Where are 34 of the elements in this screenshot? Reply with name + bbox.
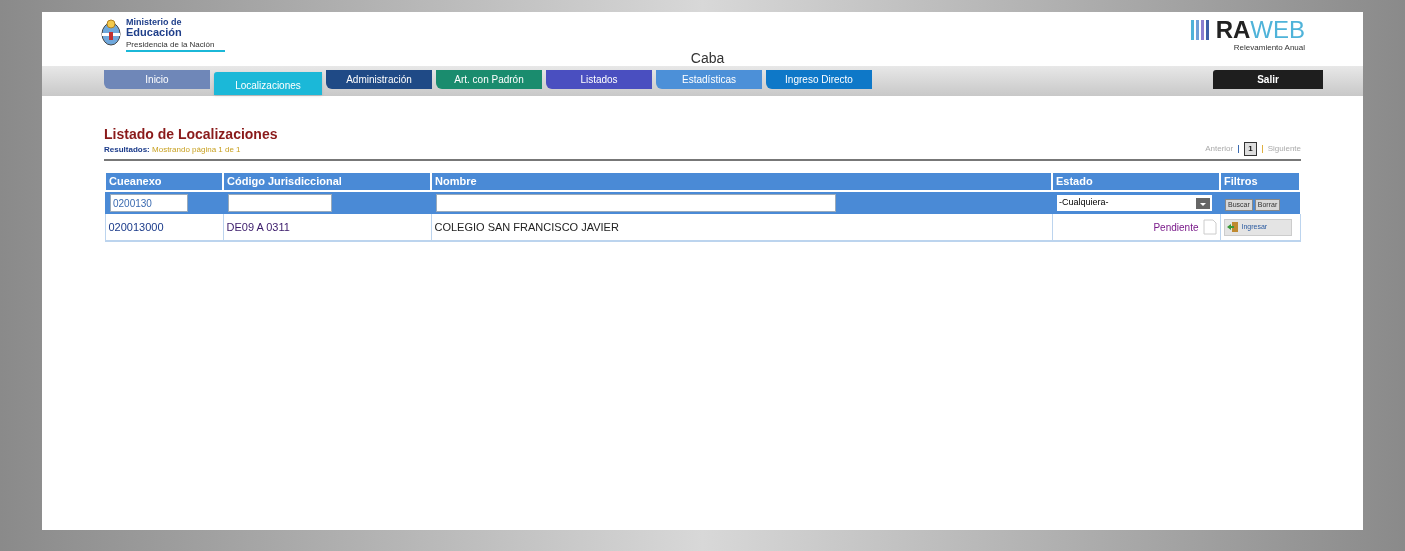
ministry-name: Ministerio de <box>126 18 183 27</box>
column-header: Estado <box>1056 175 1093 188</box>
nav-tab[interactable]: Ingreso Directo <box>766 70 872 89</box>
nav-tab[interactable]: Inicio <box>104 70 210 89</box>
emblem-icon <box>100 18 122 48</box>
column-header: Código Jurisdiccional <box>227 175 342 188</box>
nav-tab[interactable]: Listados <box>546 70 652 89</box>
filter-field[interactable] <box>228 194 332 212</box>
column-header: Filtros <box>1224 175 1258 188</box>
table-cell: DE09 A 0311 <box>226 220 290 233</box>
table-cell: 020013000 <box>108 220 164 233</box>
presidency-text: Presidencia de la Nación <box>126 40 225 52</box>
results-text: Mostrando página 1 de 1 <box>152 145 241 154</box>
column-header: Nombre <box>435 175 477 188</box>
ministry-name: Educación <box>126 27 183 38</box>
status-text: Pendiente <box>1153 220 1199 235</box>
site-title: Caba <box>690 49 725 68</box>
nav-tab[interactable]: Administración <box>326 70 432 89</box>
nav-tab[interactable]: Estadísticas <box>656 70 762 89</box>
brand-logo: RA <box>1215 16 1251 43</box>
results-label: Resultados: <box>104 145 150 154</box>
status-dropdown[interactable]: -Cualquiera- <box>1057 195 1212 211</box>
brand-subtitle: Relevamiento Anual <box>1233 42 1305 54</box>
filter-field[interactable] <box>436 194 836 212</box>
document-icon <box>1202 219 1217 236</box>
column-header: Cueanexo <box>109 175 162 188</box>
door-icon <box>1226 221 1239 233</box>
table-cell: COLEGIO SAN FRANCISCO JAVIER <box>434 220 619 233</box>
brand-logo: WEB <box>1250 16 1305 43</box>
filter-field[interactable]: 0200130 <box>110 194 188 212</box>
page-number[interactable]: 1 <box>1244 142 1257 156</box>
nav-tab[interactable]: Art. con Padrón <box>436 70 542 89</box>
logout-button[interactable]: Salir <box>1213 70 1323 89</box>
page-title: Listado de Localizaciones <box>104 126 279 142</box>
